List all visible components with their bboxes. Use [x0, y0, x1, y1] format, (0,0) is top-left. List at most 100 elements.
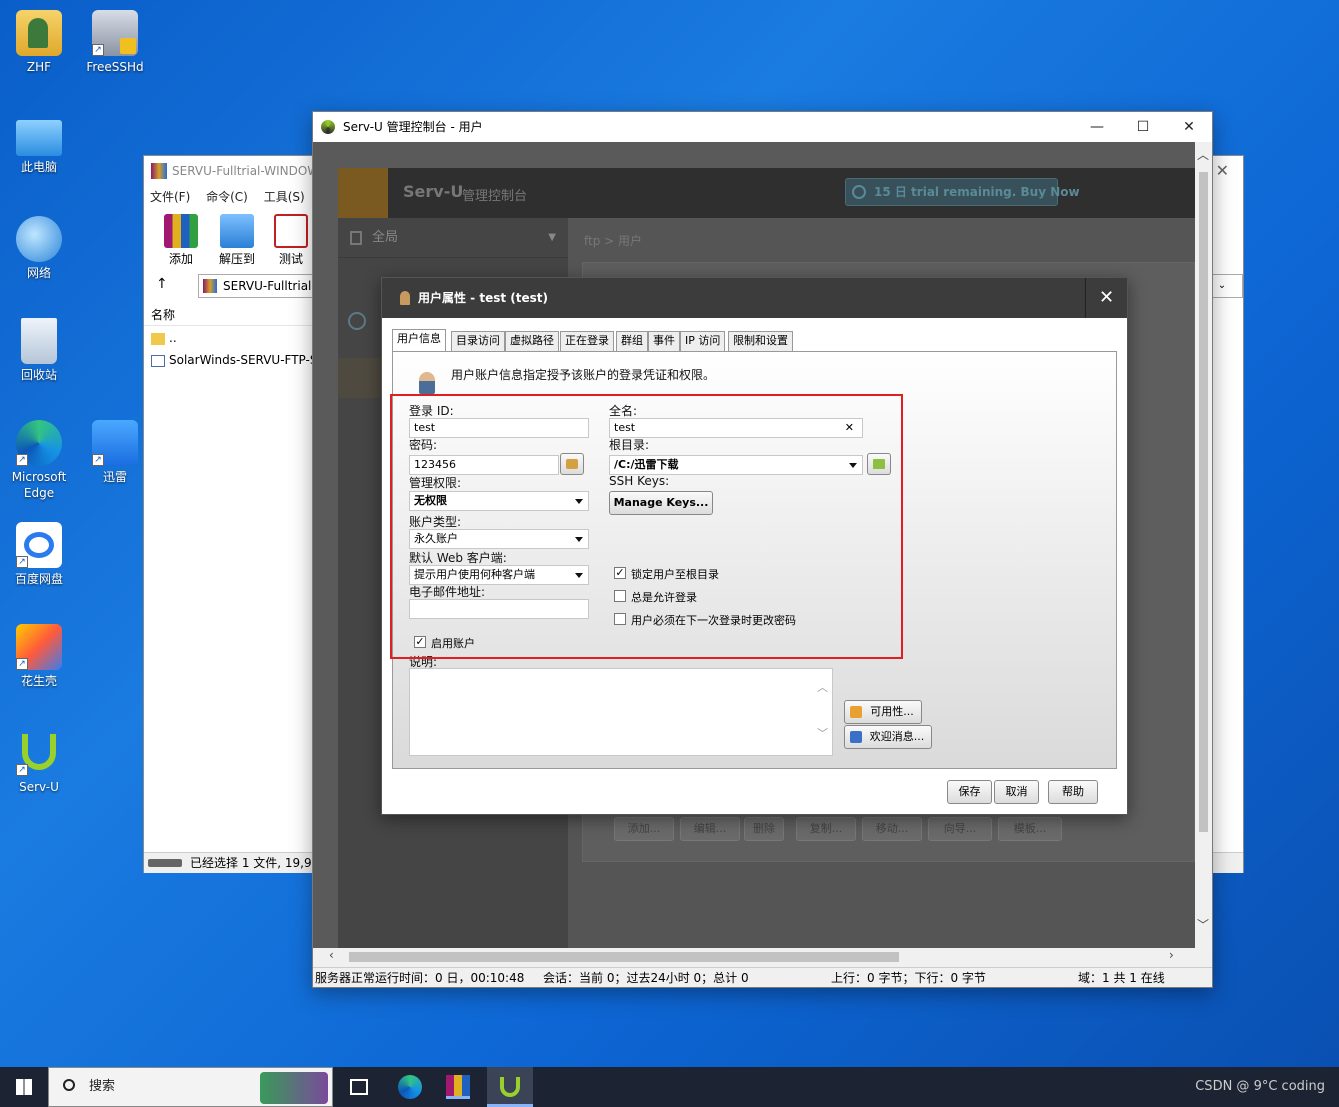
chevron-down-icon[interactable]: ﹀ [817, 725, 828, 741]
list-item[interactable]: .. [151, 331, 177, 345]
breadcrumb: ftp > 用户 [584, 234, 643, 248]
servu-titlebar: Serv-U 管理控制台 - 用户 — ☐ ✕ [313, 112, 1212, 142]
tab-virtual-path[interactable]: 虚拟路径 [505, 331, 559, 351]
scroll-thumb[interactable] [1199, 172, 1208, 832]
search-illustration-icon [260, 1072, 328, 1104]
user-actions-bar: 添加... 编辑... 删除 复制... 移动... 向导... 模板... [598, 813, 1195, 843]
up-arrow-icon[interactable]: ↑ [156, 276, 168, 292]
taskbar: 搜索 CSDN @ 9°C coding [0, 1067, 1339, 1107]
add-button[interactable]: 添加 [156, 214, 206, 267]
desktop-icon-label: Serv-U [19, 780, 59, 794]
servu-statusbar: 服务器正常运行时间：0 日，00:10:48 会话：当前 0；过去24小时 0；… [313, 967, 1212, 987]
menu-command[interactable]: 命令(C) [206, 190, 248, 204]
tab-user-info[interactable]: 用户信息 [392, 329, 446, 351]
winrar-close-icon[interactable]: ✕ [1216, 156, 1229, 186]
user-folder-icon [16, 10, 62, 56]
vertical-scrollbar[interactable]: ︿ ﹀ [1195, 142, 1212, 948]
search-icon [63, 1079, 75, 1091]
tab-limits-settings[interactable]: 限制和设置 [728, 331, 793, 351]
tab-ip-access[interactable]: IP 访问 [680, 331, 726, 351]
tab-directory-access[interactable]: 目录访问 [451, 331, 505, 351]
network-globe-icon [16, 216, 62, 262]
edit-user-button[interactable]: 编辑... [680, 817, 740, 841]
desktop-icon-label: 迅雷 [102, 470, 127, 484]
desktop-icon-edge[interactable]: ↗ Microsoft Edge [2, 420, 76, 501]
drive-icon [148, 859, 182, 867]
desktop-icon-oray[interactable]: ↗ 花生壳 [2, 624, 76, 689]
edge-taskbar-icon[interactable] [398, 1075, 422, 1099]
exe-file-icon [151, 354, 165, 367]
scroll-down-icon[interactable]: ﹀ [1197, 916, 1209, 933]
chevron-up-icon[interactable]: ︿ [817, 679, 828, 695]
edge-browser-icon: ↗ [16, 420, 62, 466]
desktop-icon-label: ZHF [26, 60, 52, 74]
servu-brand-logo-icon [338, 168, 388, 218]
trial-buy-now-button[interactable]: 15 日 trial remaining. Buy Now [845, 178, 1080, 206]
baidu-netdisk-icon: ↗ [16, 522, 62, 568]
computer-icon [16, 120, 62, 156]
server-icon [350, 231, 362, 245]
windows-start-icon[interactable] [16, 1079, 32, 1095]
desktop-icon-label: 网络 [26, 266, 51, 280]
move-user-button[interactable]: 移动... [862, 817, 922, 841]
message-icon [850, 731, 862, 743]
taskbar-search-box[interactable]: 搜索 [48, 1067, 333, 1107]
copy-user-button[interactable]: 复制... [796, 817, 856, 841]
delete-user-button[interactable]: 删除 [744, 817, 784, 841]
help-button[interactable]: 帮助 [1048, 780, 1098, 804]
desktop-icon-freesshd[interactable]: ↗ FreeSSHd [78, 10, 152, 75]
path-bar[interactable]: SERVU-Fulltrial- [198, 274, 318, 298]
availability-button[interactable]: 可用性... [844, 700, 922, 724]
test-button[interactable]: 测试 [266, 214, 316, 267]
cancel-button[interactable]: 取消 [994, 780, 1039, 804]
extract-button[interactable]: 解压到 [212, 214, 262, 267]
hscroll-thumb[interactable] [349, 952, 899, 962]
menu-file[interactable]: 文件(F) [150, 190, 190, 204]
save-button[interactable]: 保存 [947, 780, 992, 804]
desktop-icon-zhf[interactable]: ZHF [2, 10, 76, 75]
nav-add-circle-icon[interactable] [348, 312, 366, 330]
desktop-icon-servu[interactable]: ↗ Serv-U [2, 730, 76, 795]
tab-logging-in[interactable]: 正在登录 [560, 331, 614, 351]
oray-cube-icon: ↗ [16, 624, 62, 670]
add-user-button[interactable]: 添加... [614, 817, 674, 841]
winrar-taskbar-icon[interactable] [446, 1075, 470, 1099]
menu-tools[interactable]: 工具(S) [264, 190, 305, 204]
calendar-icon [850, 706, 862, 718]
chevron-down-icon: ▼ [548, 232, 556, 243]
task-view-icon[interactable] [350, 1079, 368, 1095]
close-icon[interactable]: ✕ [1166, 112, 1212, 142]
highlight-annotation-box [390, 394, 903, 659]
scroll-left-icon[interactable]: ‹ [329, 948, 334, 962]
recycle-bin-icon [21, 318, 57, 364]
scroll-right-icon[interactable]: › [1169, 948, 1174, 962]
wizard-button[interactable]: 向导... [928, 817, 992, 841]
folder-extract-icon [220, 214, 254, 248]
desktop-icon-this-pc[interactable]: 此电脑 [2, 114, 76, 175]
maximize-icon[interactable]: ☐ [1120, 112, 1166, 142]
tab-groups[interactable]: 群组 [616, 331, 648, 351]
thunder-bird-icon: ↗ [92, 420, 138, 466]
desktop-icon-network[interactable]: 网络 [2, 216, 76, 281]
tab-events[interactable]: 事件 [648, 331, 680, 351]
status-uptime: 服务器正常运行时间：0 日，00:10:48 [315, 971, 525, 985]
desktop-icon-recycle-bin[interactable]: 回收站 [2, 318, 76, 383]
status-domain: 域：1 共 1 在线 [1078, 971, 1165, 985]
minimize-icon[interactable]: — [1074, 112, 1120, 142]
desktop-icon-baidu-netdisk[interactable]: ↗ 百度网盘 [2, 522, 76, 587]
column-header-name[interactable]: 名称 [144, 304, 314, 326]
dialog-titlebar: 用户属性 - test (test) ✕ [382, 278, 1127, 318]
dialog-close-icon[interactable]: ✕ [1085, 278, 1127, 318]
desktop-icon-label: Microsoft Edge [11, 470, 67, 500]
notes-textarea[interactable]: ︿ ﹀ [409, 668, 833, 756]
servu-taskbar-icon[interactable] [487, 1067, 533, 1107]
list-item[interactable]: SolarWinds-SERVU-FTP-S [151, 353, 317, 367]
server-lock-icon: ↗ [92, 10, 138, 56]
welcome-message-button[interactable]: 欢迎消息... [844, 725, 932, 749]
status-traffic: 上行：0 字节；下行：0 字节 [831, 971, 986, 985]
nav-global[interactable]: 全局 ▼ [338, 218, 568, 258]
horizontal-scrollbar[interactable]: ‹ › [313, 948, 1195, 966]
scroll-up-icon[interactable]: ︿ [1197, 146, 1209, 163]
template-button[interactable]: 模板... [998, 817, 1062, 841]
desktop-icon-thunder[interactable]: ↗ 迅雷 [78, 420, 152, 485]
